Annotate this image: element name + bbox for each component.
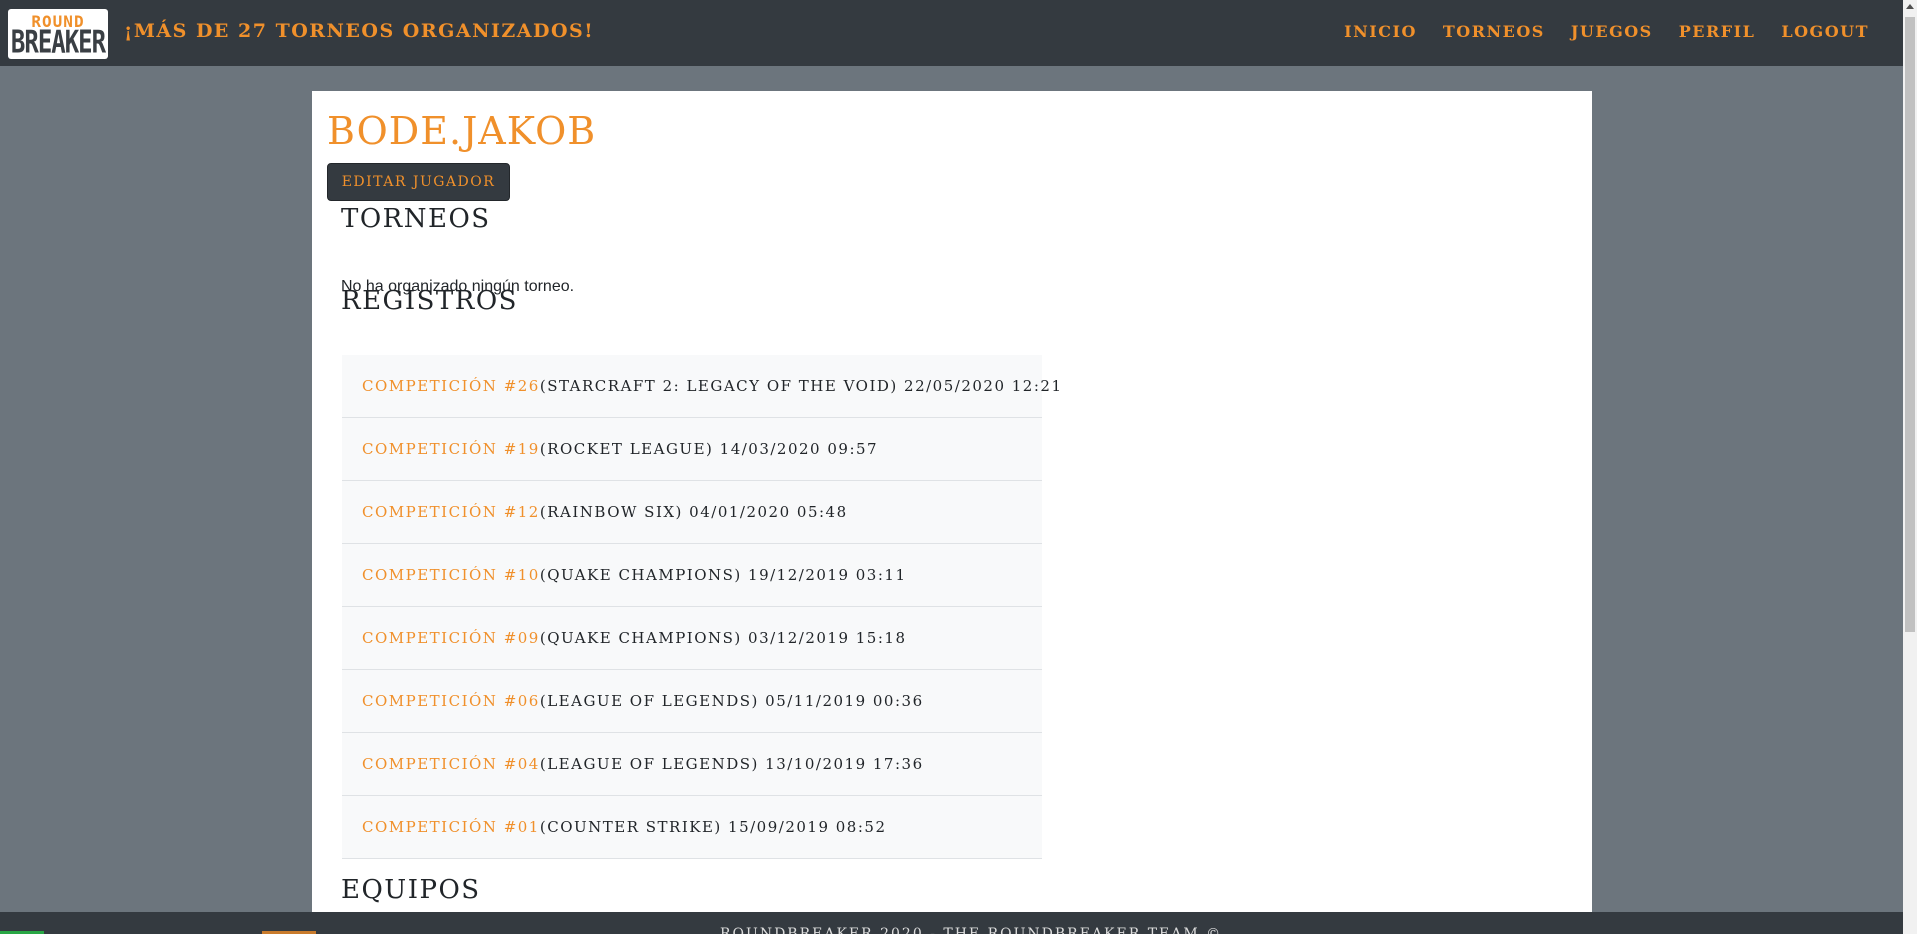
equipos-heading: EQUIPOS: [341, 875, 481, 905]
roundbreaker-logo[interactable]: ROUND BREAKER: [8, 9, 108, 59]
list-item: COMPETICIÓN #10 (QUAKE CHAMPIONS) 19/12/…: [342, 544, 1042, 607]
competition-link[interactable]: COMPETICIÓN #06: [362, 692, 540, 710]
registration-info: (COUNTER STRIKE) 15/09/2019 08:52: [539, 818, 887, 836]
scroll-up-arrow-icon[interactable]: [1906, 4, 1914, 9]
registration-info: (QUAKE CHAMPIONS) 03/12/2019 15:18: [539, 629, 907, 647]
logo-text-bottom: BREAKER: [10, 23, 106, 59]
player-name-title: BODE.JAKOB: [327, 109, 597, 153]
competition-link[interactable]: COMPETICIÓN #10: [362, 566, 540, 584]
registration-info: (LEAGUE OF LEGENDS) 13/10/2019 17:36: [539, 755, 924, 773]
list-item: COMPETICIÓN #06 (LEAGUE OF LEGENDS) 05/1…: [342, 670, 1042, 733]
top-navbar: ROUND BREAKER ¡MÁS DE 27 TORNEOS ORGANIZ…: [0, 0, 1903, 66]
competition-link[interactable]: COMPETICIÓN #09: [362, 629, 540, 647]
list-item: COMPETICIÓN #26 (STARCRAFT 2: LEGACY OF …: [342, 355, 1061, 418]
profile-card: BODE.JAKOB EDITAR JUGADOR TORNEOS No ha …: [312, 91, 1592, 912]
nav-logout[interactable]: LOGOUT: [1781, 22, 1869, 41]
site-tagline: ¡MÁS DE 27 TORNEOS ORGANIZADOS!: [124, 20, 595, 42]
competition-link[interactable]: COMPETICIÓN #19: [362, 440, 540, 458]
scrollbar-thumb[interactable]: [1905, 17, 1915, 632]
list-item: COMPETICIÓN #04 (LEAGUE OF LEGENDS) 13/1…: [342, 733, 1042, 796]
list-item: COMPETICIÓN #01 (COUNTER STRIKE) 15/09/2…: [342, 796, 1042, 859]
page-scrollbar[interactable]: [1903, 0, 1917, 934]
competition-link[interactable]: COMPETICIÓN #26: [362, 377, 540, 395]
registration-info: (QUAKE CHAMPIONS) 19/12/2019 03:11: [539, 566, 907, 584]
list-item: COMPETICIÓN #09 (QUAKE CHAMPIONS) 03/12/…: [342, 607, 1042, 670]
torneos-heading: TORNEOS: [341, 204, 491, 234]
competition-link[interactable]: COMPETICIÓN #04: [362, 755, 540, 773]
registration-info: (RAINBOW SIX) 04/01/2020 05:48: [539, 503, 848, 521]
registros-list: COMPETICIÓN #26 (STARCRAFT 2: LEGACY OF …: [342, 355, 1061, 859]
competition-link[interactable]: COMPETICIÓN #12: [362, 503, 540, 521]
registration-info: (LEAGUE OF LEGENDS) 05/11/2019 00:36: [539, 692, 924, 710]
registration-info: (ROCKET LEAGUE) 14/03/2020 09:57: [539, 440, 879, 458]
list-item: COMPETICIÓN #19 (ROCKET LEAGUE) 14/03/20…: [342, 418, 1042, 481]
edit-player-button[interactable]: EDITAR JUGADOR: [327, 163, 510, 201]
nav-perfil[interactable]: PERFIL: [1679, 22, 1756, 41]
main-nav: INICIO TORNEOS JUEGOS PERFIL LOGOUT: [1344, 22, 1869, 41]
list-item: COMPETICIÓN #12 (RAINBOW SIX) 04/01/2020…: [342, 481, 1042, 544]
nav-torneos[interactable]: TORNEOS: [1443, 22, 1545, 41]
competition-link[interactable]: COMPETICIÓN #01: [362, 818, 540, 836]
registration-info: (STARCRAFT 2: LEGACY OF THE VOID) 22/05/…: [539, 377, 1063, 395]
footer-text: ROUNDBREAKER 2020 - THE ROUNDBREAKER TEA…: [720, 926, 1223, 934]
registros-heading: REGISTROS: [341, 286, 518, 316]
nav-juegos[interactable]: JUEGOS: [1571, 22, 1653, 41]
page-footer: ROUNDBREAKER 2020 - THE ROUNDBREAKER TEA…: [0, 912, 1903, 934]
nav-inicio[interactable]: INICIO: [1344, 22, 1417, 41]
